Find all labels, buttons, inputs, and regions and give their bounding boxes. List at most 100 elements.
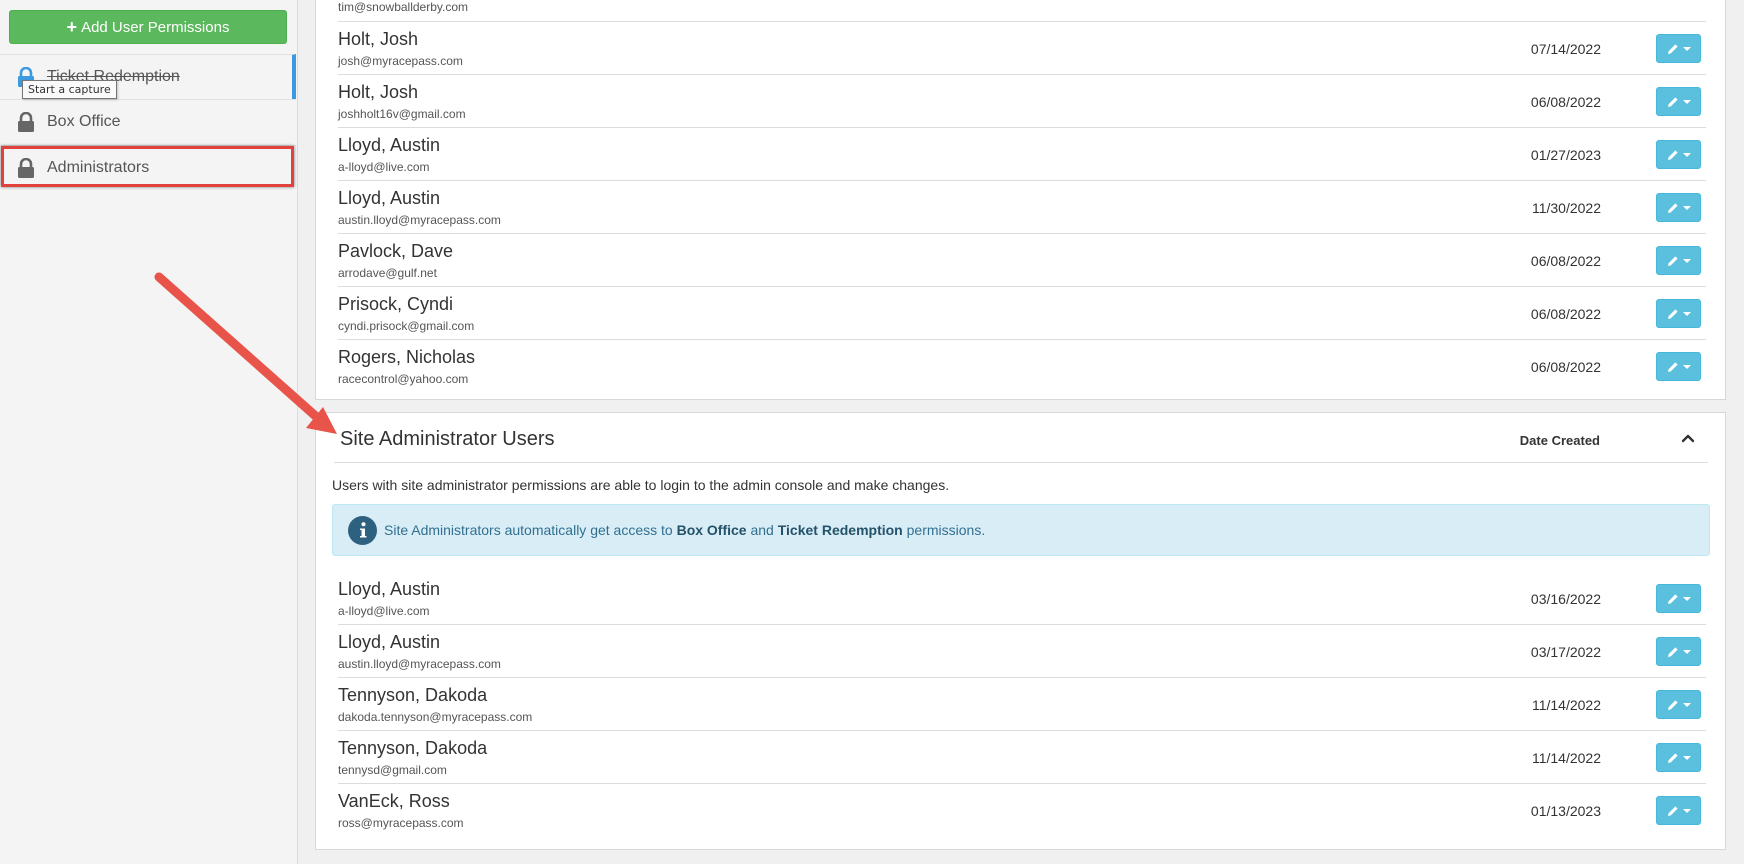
edit-button[interactable] — [1656, 584, 1701, 613]
plus-icon: + — [66, 17, 78, 37]
pencil-icon — [1667, 43, 1678, 54]
user-email: tennysd@gmail.com — [338, 763, 447, 777]
user-row: Prisock, Cyndi cyndi.prisock@gmail.com 06/… — [338, 287, 1706, 340]
edit-button[interactable] — [1656, 796, 1701, 825]
user-date: 06/08/2022 — [1530, 359, 1601, 375]
user-date: 11/30/2022 — [1531, 200, 1601, 216]
info-icon — [348, 515, 377, 545]
user-email: joshholt16v@gmail.com — [338, 107, 466, 121]
user-row: Lloyd, Austin austin.lloyd@myracepass.com… — [338, 181, 1706, 234]
caret-down-icon — [1682, 152, 1691, 157]
user-row: Tennyson, Dakoda tennysd@gmail.com 11/14/2… — [338, 731, 1706, 784]
pencil-icon — [1667, 593, 1678, 604]
user-name: Prisock, Cyndi — [338, 294, 454, 314]
permissions-users-panel: tim@snowballderby.com Holt, Josh josh@myr… — [315, 0, 1726, 400]
edit-button[interactable] — [1656, 87, 1701, 116]
collapse-button[interactable] — [1678, 428, 1698, 448]
caret-down-icon — [1682, 364, 1691, 369]
add-user-permissions-button[interactable]: + Add User Permissions — [9, 10, 287, 44]
user-row: VanEck, Ross ross@myracepass.com 01/13/202… — [338, 784, 1706, 837]
pencil-icon — [1667, 202, 1678, 213]
pencil-icon — [1667, 752, 1678, 763]
user-date: 03/16/2022 — [1530, 591, 1601, 607]
info-text-and: and — [750, 522, 774, 538]
pencil-icon — [1667, 699, 1678, 710]
info-alert: Site Administrators automatically get ac… — [332, 504, 1710, 556]
user-row: Pavlock, Dave arrodave@gulf.net 06/08/2022 — [338, 234, 1706, 287]
user-email: tim@snowballderby.com — [338, 0, 469, 14]
caret-down-icon — [1682, 258, 1691, 263]
edit-button[interactable] — [1656, 299, 1701, 328]
user-name: Pavlock, Dave — [338, 241, 454, 261]
chevron-up-icon — [1681, 434, 1695, 443]
sidebar-item-box-office[interactable]: Box Office — [0, 99, 296, 144]
user-email: a-lloyd@live.com — [338, 160, 430, 174]
user-name: Tennyson, Dakoda — [338, 685, 488, 705]
sidebar-item-label: Box Office — [47, 113, 121, 130]
edit-button[interactable] — [1656, 743, 1701, 772]
panel-title: Site Administrator Users — [340, 428, 555, 450]
panel-header: Site Administrator Users Date Created — [334, 413, 1708, 463]
user-email: a-lloyd@live.com — [338, 604, 430, 618]
user-date: 03/17/2022 — [1530, 644, 1601, 660]
caret-down-icon — [1682, 311, 1691, 316]
panel-description: Users with site administrator permission… — [332, 477, 950, 493]
user-email: ross@myracepass.com — [338, 816, 464, 830]
pencil-icon — [1667, 255, 1678, 266]
edit-button[interactable] — [1656, 34, 1701, 63]
user-email: austin.lloyd@myracepass.com — [338, 213, 501, 227]
user-row: Lloyd, Austin austin.lloyd@myracepass.com… — [338, 625, 1706, 678]
info-box-office: Box Office — [676, 522, 747, 538]
edit-button[interactable] — [1656, 352, 1701, 381]
pencil-icon — [1667, 96, 1678, 107]
caret-down-icon — [1682, 649, 1691, 654]
user-date: 11/14/2022 — [1531, 750, 1601, 766]
caret-down-icon — [1682, 205, 1691, 210]
user-name: Holt, Josh — [338, 29, 419, 49]
pencil-icon — [1667, 361, 1678, 372]
user-email: dakoda.tennyson@myracepass.com — [338, 710, 533, 724]
user-row: Holt, Josh joshholt16v@gmail.com 06/08/202… — [338, 75, 1706, 128]
add-user-permissions-label: Add User Permissions — [81, 18, 230, 36]
user-row: Tennyson, Dakoda dakoda.tennyson@myracepa… — [338, 678, 1706, 731]
site-administrator-users-panel: Site Administrator Users Date Created Us… — [315, 412, 1726, 850]
caret-down-icon — [1682, 46, 1691, 51]
user-date: 06/08/2022 — [1530, 306, 1601, 322]
user-email: austin.lloyd@myracepass.com — [338, 657, 501, 671]
user-date: 06/08/2022 — [1530, 253, 1601, 269]
pencil-icon — [1667, 308, 1678, 319]
user-row: Lloyd, Austin a-lloyd@live.com 01/27/2023 — [338, 128, 1706, 181]
user-date: 01/27/2023 — [1530, 147, 1601, 163]
user-name: VanEck, Ross — [338, 791, 450, 811]
user-email: josh@myracepass.com — [338, 54, 463, 68]
lock-icon — [18, 158, 34, 178]
caret-down-icon — [1682, 596, 1691, 601]
sidebar-item-label: Administrators — [47, 159, 150, 176]
sidebar: + Add User Permissions Ticket Redemption… — [0, 0, 298, 864]
date-created-column-header[interactable]: Date Created — [1520, 433, 1600, 448]
user-name: Holt, Josh — [338, 82, 419, 102]
sidebar-item-administrators[interactable]: Administrators — [0, 145, 296, 190]
info-ticket-redemption: Ticket Redemption — [777, 522, 903, 538]
pencil-icon — [1667, 646, 1678, 657]
user-name: Lloyd, Austin — [338, 632, 441, 652]
lock-icon — [18, 112, 34, 132]
user-date: 01/13/2023 — [1530, 803, 1601, 819]
info-text-suffix: permissions. — [906, 522, 986, 538]
pencil-icon — [1667, 149, 1678, 160]
edit-button[interactable] — [1656, 140, 1701, 169]
user-email: arrodave@gulf.net — [338, 266, 437, 280]
user-name: Lloyd, Austin — [338, 135, 441, 155]
caret-down-icon — [1682, 755, 1691, 760]
user-date: 07/14/2022 — [1530, 41, 1601, 57]
user-date: 11/14/2022 — [1531, 697, 1601, 713]
edit-button[interactable] — [1656, 246, 1701, 275]
edit-button[interactable] — [1656, 193, 1701, 222]
info-text-prefix: Site Administrators automatically get ac… — [384, 522, 673, 538]
caret-down-icon — [1682, 99, 1691, 104]
edit-button[interactable] — [1656, 637, 1701, 666]
user-row: Rogers, Nicholas racecontrol@yahoo.com 06/… — [338, 340, 1706, 393]
user-name: Lloyd, Austin — [338, 579, 441, 599]
user-row: Holt, Josh josh@myracepass.com 07/14/2022 — [338, 22, 1706, 75]
edit-button[interactable] — [1656, 690, 1701, 719]
